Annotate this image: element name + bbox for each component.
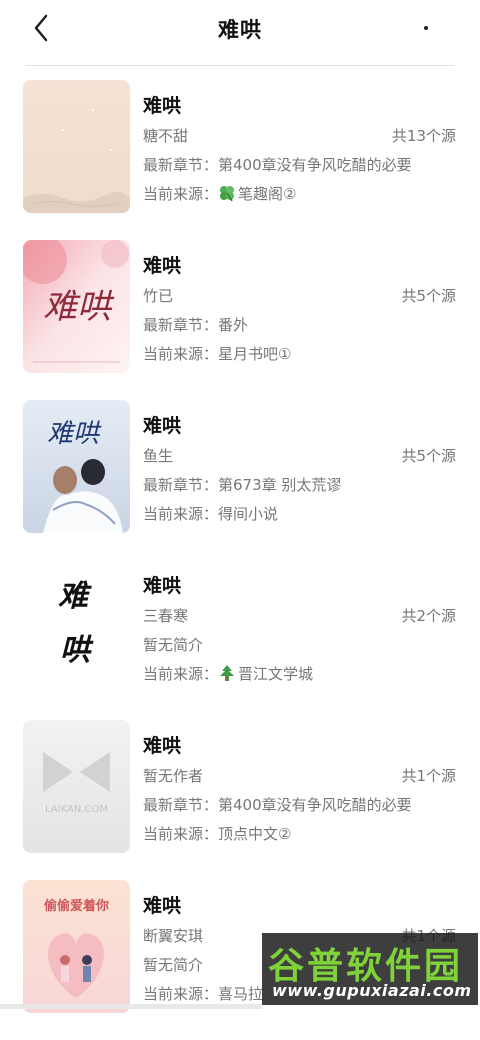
book-author: 暂无作者 xyxy=(143,767,204,785)
clover-icon xyxy=(220,186,235,202)
book-author: 竹已 xyxy=(143,287,174,305)
source-count: 共13个源 xyxy=(391,127,456,145)
site-watermark: 谷普软件园 www.gupuxiazai.com xyxy=(262,933,478,1005)
book-current-source: 当前来源： 笔趣阁② xyxy=(143,183,296,204)
book-cover xyxy=(23,80,130,213)
source-prefix: 当前来源： xyxy=(143,345,219,363)
book-title: 难哄 xyxy=(143,895,182,917)
source-count: 共5个源 xyxy=(401,287,456,305)
book-intro: 暂无简介 xyxy=(143,636,204,654)
book-current-source: 当前来源：星月书吧① xyxy=(143,343,291,364)
book-item[interactable]: LAIKAN.COM 难哄 暂无作者 共1个源 最新章节：第400章没有争风吃醋… xyxy=(0,720,480,880)
book-item[interactable]: 难哄 难哄 竹已 共5个源 最新章节：番外 当前来源：星月书吧① xyxy=(0,240,480,400)
source-name: 顶点中文② xyxy=(218,825,292,843)
cover-brand: LAIKAN.COM xyxy=(45,804,108,815)
source-name: 笔趣阁② xyxy=(238,185,297,203)
header-divider xyxy=(26,65,454,66)
book-cover: 难 哄 xyxy=(23,560,130,693)
book-latest-chapter: 最新章节：番外 xyxy=(143,316,249,334)
book-latest-chapter: 最新章节：第400章没有争风吃醋的必要 xyxy=(143,156,412,174)
book-cover: 难哄 xyxy=(23,240,130,373)
book-intro: 暂无简介 xyxy=(143,956,204,974)
book-title: 难哄 xyxy=(143,735,182,757)
source-name: 喜马拉 xyxy=(218,985,264,1003)
book-title: 难哄 xyxy=(143,255,182,277)
source-name: 晋江文学城 xyxy=(238,665,314,683)
book-cover: 难哄 xyxy=(23,400,130,533)
book-cover: LAIKAN.COM xyxy=(23,720,130,853)
book-item[interactable]: 难 哄 难哄 三春寒 共2个源 暂无简介 当前来源： 晋江文学城 xyxy=(0,560,480,720)
source-prefix: 当前来源： xyxy=(143,665,219,683)
source-prefix: 当前来源： xyxy=(143,505,219,523)
source-name: 得间小说 xyxy=(218,505,279,523)
cover-title-bottom: 哄 xyxy=(60,633,94,668)
bottom-edge xyxy=(0,1004,262,1009)
source-count: 共1个源 xyxy=(401,767,456,785)
cover-title: 难哄 xyxy=(47,419,102,449)
cover-title-top: 难 xyxy=(58,579,92,614)
book-title: 难哄 xyxy=(143,95,182,117)
search-result-list: 难哄 糖不甜 共13个源 最新章节：第400章没有争风吃醋的必要 当前来源： 笔… xyxy=(0,80,480,1040)
tree-icon xyxy=(220,665,235,681)
book-author: 糖不甜 xyxy=(143,127,189,145)
source-name: 星月书吧① xyxy=(218,345,292,363)
book-author: 断翼安琪 xyxy=(143,927,204,945)
book-current-source: 当前来源： 晋江文学城 xyxy=(143,663,313,684)
cover-title: 偷偷爱着你 xyxy=(44,898,109,914)
book-item[interactable]: 难哄 难哄 鱼生 共5个源 最新章节：第673章 别太荒谬 当前来源：得间小说 xyxy=(0,400,480,560)
book-cover: 偷偷爱着你 xyxy=(23,880,130,1013)
source-prefix: 当前来源： xyxy=(143,825,219,843)
source-prefix: 当前来源： xyxy=(143,185,219,203)
source-prefix: 当前来源： xyxy=(143,985,219,1003)
watermark-url: www.gupuxiazai.com xyxy=(272,981,472,1000)
cover-title: 难哄 xyxy=(43,287,115,327)
source-count: 共5个源 xyxy=(401,447,456,465)
book-author: 鱼生 xyxy=(143,447,174,465)
book-current-source: 当前来源：得间小说 xyxy=(143,503,278,524)
book-item[interactable]: 难哄 糖不甜 共13个源 最新章节：第400章没有争风吃醋的必要 当前来源： 笔… xyxy=(0,80,480,240)
book-title: 难哄 xyxy=(143,575,182,597)
book-current-source: 当前来源：顶点中文② xyxy=(143,823,291,844)
book-latest-chapter: 最新章节：第673章 别太荒谬 xyxy=(143,476,342,494)
book-current-source: 当前来源：喜马拉 xyxy=(143,983,263,1004)
more-icon[interactable] xyxy=(424,26,428,30)
book-latest-chapter: 最新章节：第400章没有争风吃醋的必要 xyxy=(143,796,412,814)
header-bar: 难哄 xyxy=(0,0,480,58)
book-title: 难哄 xyxy=(143,415,182,437)
source-count: 共2个源 xyxy=(401,607,456,625)
page-title: 难哄 xyxy=(218,18,262,42)
book-author: 三春寒 xyxy=(143,607,189,625)
